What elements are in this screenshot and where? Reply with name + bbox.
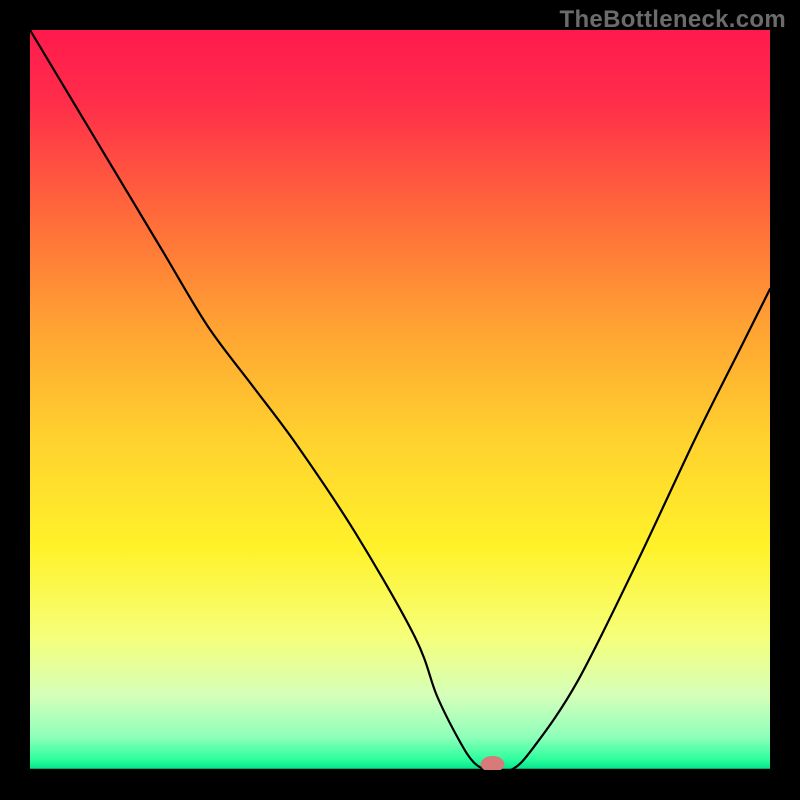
- gradient-background: [30, 30, 770, 770]
- chart-frame: TheBottleneck.com: [0, 0, 800, 800]
- chart-svg: [30, 30, 770, 770]
- watermark-text: TheBottleneck.com: [560, 6, 786, 34]
- plot-area: [30, 30, 770, 770]
